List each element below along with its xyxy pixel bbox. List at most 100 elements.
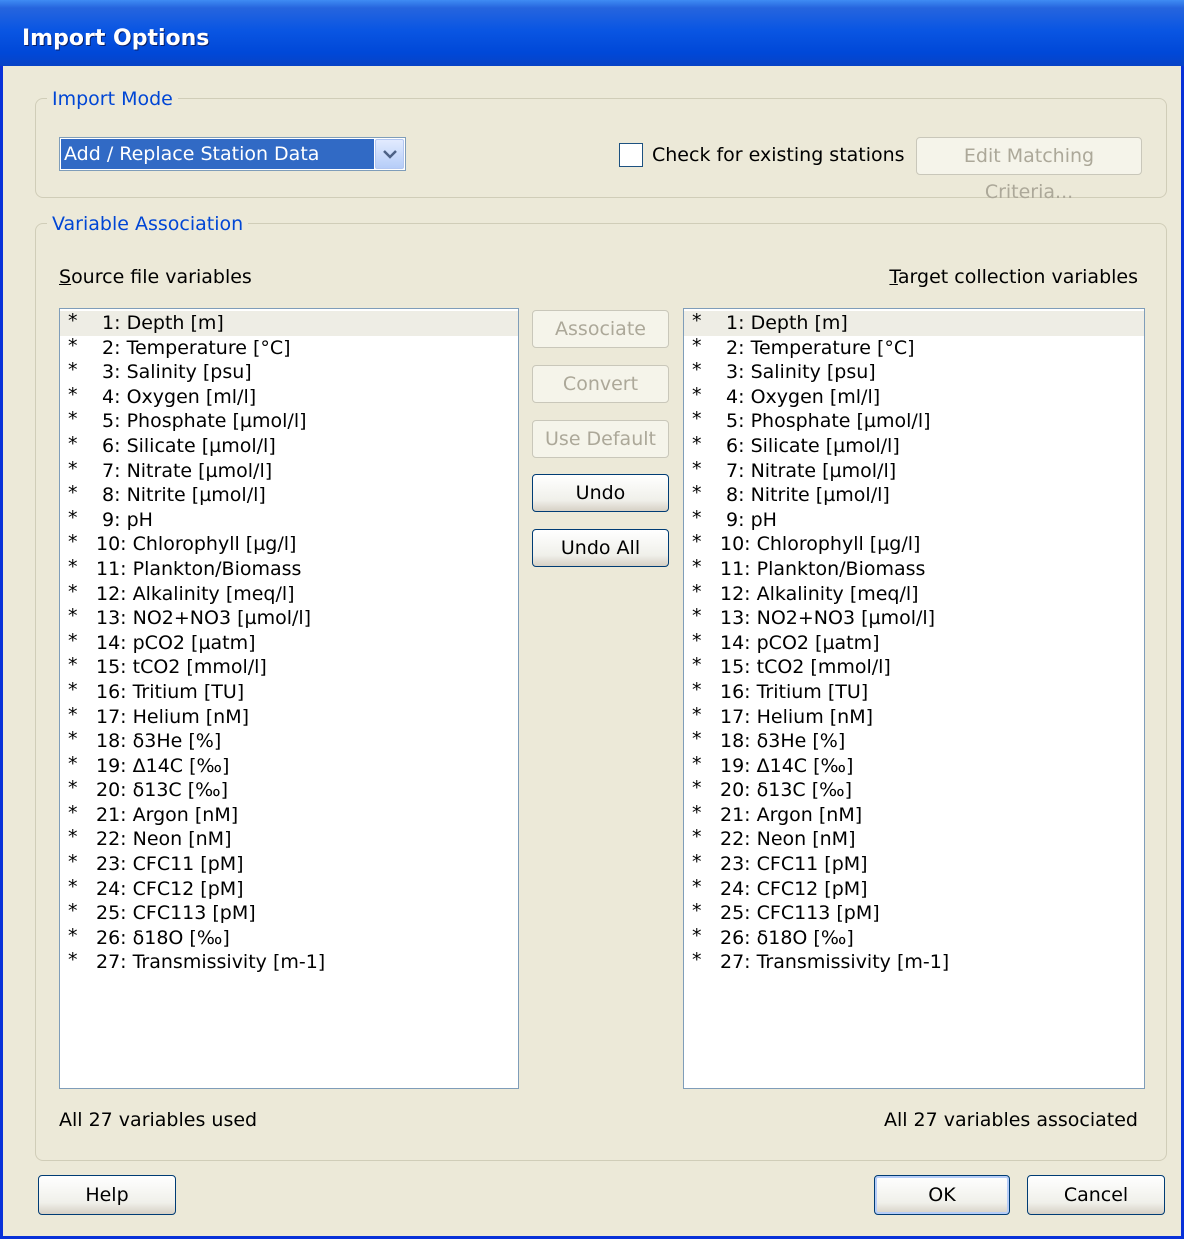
title-bar[interactable]: Import Options — [0, 0, 1184, 66]
list-item[interactable]: * 20: δ13C [‰] — [684, 777, 1144, 803]
list-item[interactable]: * 9: pH — [60, 506, 518, 533]
used-marker: * — [692, 506, 702, 529]
list-item[interactable]: * 10: Chlorophyll [µg/l] — [60, 531, 518, 557]
list-item[interactable]: * 3: Salinity [psu] — [60, 359, 518, 385]
list-item[interactable]: * 26: δ18O [‰] — [60, 924, 518, 951]
import-mode-select-value: Add / Replace Station Data — [61, 139, 374, 169]
list-item[interactable]: * 27: Transmissivity [m-1] — [60, 949, 518, 975]
list-item[interactable]: * 13: NO2+NO3 [µmol/l] — [60, 605, 518, 631]
variable-label: 2: Temperature [°C] — [720, 336, 915, 359]
variable-label: 11: Plankton/Biomass — [720, 557, 926, 580]
convert-button[interactable]: Convert — [532, 365, 669, 403]
variable-label: 4: Oxygen [ml/l] — [720, 385, 881, 408]
list-item[interactable]: * 6: Silicate [µmol/l] — [60, 432, 518, 459]
list-item[interactable]: * 23: CFC11 [pM] — [60, 851, 518, 877]
chevron-down-icon[interactable] — [375, 139, 404, 169]
used-marker: * — [68, 924, 78, 947]
list-item[interactable]: * 14: pCO2 [µatm] — [60, 630, 518, 656]
variable-label: 20: δ13C [‰] — [720, 779, 853, 802]
list-item[interactable]: * 24: CFC12 [pM] — [60, 876, 518, 902]
list-item[interactable]: * 16: Tritium [TU] — [60, 679, 518, 705]
list-item[interactable]: * 18: δ3He [%] — [684, 728, 1144, 754]
used-marker: * — [68, 506, 78, 529]
list-item[interactable]: * 14: pCO2 [µatm] — [684, 630, 1144, 656]
list-item[interactable]: * 18: δ3He [%] — [60, 728, 518, 754]
source-variables-list[interactable]: * 1: Depth [m] * 2: Temperature [°C] * 3: … — [59, 308, 519, 1089]
target-status: All 27 variables associated — [883, 1109, 1138, 1131]
import-mode-select[interactable]: Add / Replace Station Data — [59, 137, 406, 171]
list-item[interactable]: * 17: Helium [nM] — [60, 704, 518, 730]
list-item[interactable]: * 19: Δ14C [‰] — [684, 753, 1144, 779]
list-item[interactable]: * 5: Phosphate [µmol/l] — [684, 408, 1144, 434]
list-item[interactable]: * 25: CFC113 [pM] — [684, 900, 1144, 926]
list-item[interactable]: * 3: Salinity [psu] — [684, 359, 1144, 385]
use-default-button[interactable]: Use Default — [532, 420, 669, 458]
variable-label: 9: pH — [720, 508, 777, 531]
variable-label: 3: Salinity [psu] — [720, 361, 876, 384]
used-marker: * — [692, 826, 702, 849]
list-item[interactable]: * 8: Nitrite [µmol/l] — [684, 482, 1144, 508]
used-marker: * — [692, 654, 702, 677]
used-marker: * — [68, 752, 78, 775]
list-item[interactable]: * 5: Phosphate [µmol/l] — [60, 408, 518, 434]
list-item[interactable]: * 26: δ18O [‰] — [684, 925, 1144, 951]
variable-label: 23: CFC11 [pM] — [96, 853, 244, 876]
list-item[interactable]: * 1: Depth [m] — [684, 310, 1144, 336]
list-item[interactable]: * 22: Neon [nM] — [684, 826, 1144, 852]
list-item[interactable]: * 4: Oxygen [ml/l] — [684, 384, 1144, 410]
undo-all-button[interactable]: Undo All — [532, 529, 669, 567]
variable-label: 5: Phosphate [µmol/l] — [720, 410, 931, 433]
list-item[interactable]: * 4: Oxygen [ml/l] — [60, 384, 518, 410]
list-item[interactable]: * 19: Δ14C [‰] — [60, 752, 518, 779]
variable-label: 14: pCO2 [µatm] — [96, 631, 256, 654]
used-marker: * — [692, 359, 702, 382]
variable-label: 1: Depth [m] — [96, 312, 224, 334]
undo-button[interactable]: Undo — [532, 474, 669, 512]
variable-label: 15: tCO2 [mmol/l] — [96, 656, 267, 679]
list-item[interactable]: * 15: tCO2 [mmol/l] — [684, 654, 1144, 680]
list-item[interactable]: * 6: Silicate [µmol/l] — [684, 433, 1144, 459]
list-item[interactable]: * 25: CFC113 [pM] — [60, 900, 518, 926]
list-item[interactable]: * 17: Helium [nM] — [684, 704, 1144, 730]
variable-label: 16: Tritium [TU] — [720, 680, 869, 703]
list-item[interactable]: * 11: Plankton/Biomass — [684, 556, 1144, 582]
list-item[interactable]: * 15: tCO2 [mmol/l] — [60, 654, 518, 680]
list-item[interactable]: * 11: Plankton/Biomass — [60, 556, 518, 582]
check-existing-label[interactable]: Check for existing stations — [652, 143, 905, 167]
list-item[interactable]: * 7: Nitrate [µmol/l] — [684, 457, 1144, 484]
variable-label: 10: Chlorophyll [µg/l] — [96, 533, 297, 556]
edit-matching-criteria-button[interactable]: Edit Matching Criteria... — [916, 137, 1142, 203]
list-item[interactable]: * 9: pH — [684, 506, 1144, 533]
list-item[interactable]: * 1: Depth [m] — [60, 310, 518, 336]
list-item[interactable]: * 12: Alkalinity [meq/l] — [60, 581, 518, 607]
used-marker: * — [68, 654, 78, 677]
list-item[interactable]: * 13: NO2+NO3 [µmol/l] — [684, 605, 1144, 631]
used-marker: * — [68, 432, 78, 455]
help-button[interactable]: Help — [38, 1175, 176, 1215]
list-item[interactable]: * 2: Temperature [°C] — [684, 335, 1144, 361]
list-item[interactable]: * 10: Chlorophyll [µg/l] — [684, 531, 1144, 557]
list-item[interactable]: * 21: Argon [nM] — [684, 802, 1144, 828]
list-item[interactable]: * 24: CFC12 [pM] — [684, 876, 1144, 902]
used-marker: * — [68, 777, 78, 800]
list-item[interactable]: * 27: Transmissivity [m-1] — [684, 949, 1144, 975]
cancel-button[interactable]: Cancel — [1027, 1175, 1165, 1215]
used-marker: * — [692, 457, 702, 480]
list-item[interactable]: * 2: Temperature [°C] — [60, 335, 518, 361]
list-item[interactable]: * 23: CFC11 [pM] — [684, 851, 1144, 877]
list-item[interactable]: * 7: Nitrate [µmol/l] — [60, 458, 518, 484]
list-item[interactable]: * 8: Nitrite [µmol/l] — [60, 482, 518, 508]
ok-button[interactable]: OK — [874, 1175, 1010, 1215]
check-existing-checkbox[interactable] — [619, 143, 643, 167]
list-item[interactable]: * 20: δ13C [‰] — [60, 777, 518, 803]
list-item[interactable]: * 12: Alkalinity [meq/l] — [684, 581, 1144, 607]
list-item[interactable]: * 22: Neon [nM] — [60, 826, 518, 852]
target-variables-list[interactable]: * 1: Depth [m] * 2: Temperature [°C] * 3: … — [683, 308, 1145, 1089]
variable-label: 14: pCO2 [µatm] — [720, 631, 880, 654]
variable-label: 7: Nitrate [µmol/l] — [720, 459, 897, 482]
source-variables-header: Source file variables — [59, 266, 252, 288]
list-item[interactable]: * 16: Tritium [TU] — [684, 679, 1144, 705]
variable-label: 16: Tritium [TU] — [96, 680, 245, 703]
list-item[interactable]: * 21: Argon [nM] — [60, 802, 518, 828]
associate-button[interactable]: Associate — [532, 310, 669, 348]
